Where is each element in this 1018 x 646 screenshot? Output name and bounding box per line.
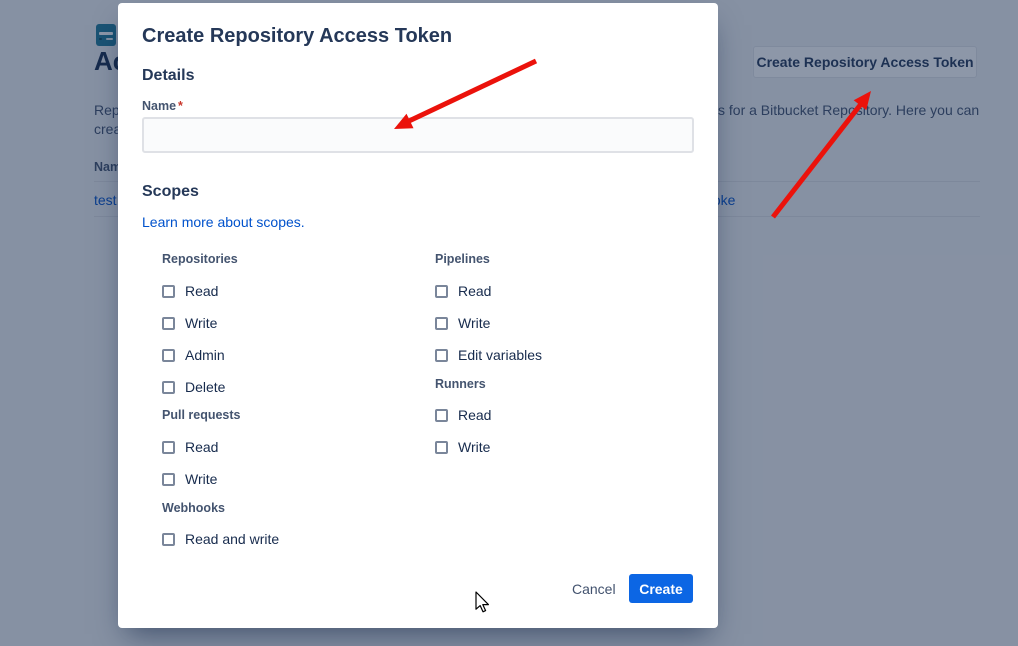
- name-label-text: Name: [142, 99, 176, 113]
- checkbox-icon[interactable]: [162, 441, 175, 454]
- scope-group-label-pipelines: Pipelines: [435, 252, 490, 266]
- checkbox-pull-requests-write[interactable]: Write: [162, 470, 217, 488]
- checkbox-repositories-write[interactable]: Write: [162, 314, 217, 332]
- checkbox-icon[interactable]: [162, 317, 175, 330]
- checkbox-icon[interactable]: [435, 317, 448, 330]
- details-heading: Details: [142, 67, 194, 85]
- checkbox-repositories-read[interactable]: Read: [162, 282, 218, 300]
- checkbox-pipelines-write[interactable]: Write: [435, 314, 490, 332]
- scopes-heading: Scopes: [142, 183, 199, 201]
- checkbox-icon[interactable]: [162, 473, 175, 486]
- create-button[interactable]: Create: [629, 574, 693, 603]
- name-label: Name*: [142, 99, 183, 113]
- token-name-input[interactable]: [142, 117, 694, 153]
- modal-title: Create Repository Access Token: [142, 25, 452, 48]
- required-indicator: *: [178, 99, 183, 113]
- checkbox-pipelines-edit-variables[interactable]: Edit variables: [435, 346, 542, 364]
- checkbox-runners-write[interactable]: Write: [435, 438, 490, 456]
- checkbox-repositories-delete[interactable]: Delete: [162, 378, 225, 396]
- learn-more-about-scopes-link[interactable]: Learn more about scopes.: [142, 214, 305, 230]
- scope-group-label-repositories: Repositories: [162, 252, 238, 266]
- checkbox-icon[interactable]: [162, 285, 175, 298]
- checkbox-repositories-admin[interactable]: Admin: [162, 346, 225, 364]
- checkbox-pull-requests-read[interactable]: Read: [162, 438, 218, 456]
- cancel-button[interactable]: Cancel: [564, 577, 624, 601]
- checkbox-pipelines-read[interactable]: Read: [435, 282, 491, 300]
- checkbox-icon[interactable]: [435, 349, 448, 362]
- checkbox-runners-read[interactable]: Read: [435, 406, 491, 424]
- checkbox-icon[interactable]: [435, 409, 448, 422]
- create-repository-access-token-modal: Create Repository Access Token Details N…: [118, 3, 718, 628]
- checkbox-icon[interactable]: [435, 441, 448, 454]
- checkbox-icon[interactable]: [162, 349, 175, 362]
- checkbox-webhooks-read-and-write[interactable]: Read and write: [162, 530, 279, 548]
- checkbox-icon[interactable]: [162, 533, 175, 546]
- scope-group-label-runners: Runners: [435, 377, 486, 391]
- scope-group-label-pull-requests: Pull requests: [162, 408, 241, 422]
- checkbox-icon[interactable]: [435, 285, 448, 298]
- checkbox-icon[interactable]: [162, 381, 175, 394]
- scope-group-label-webhooks: Webhooks: [162, 501, 225, 515]
